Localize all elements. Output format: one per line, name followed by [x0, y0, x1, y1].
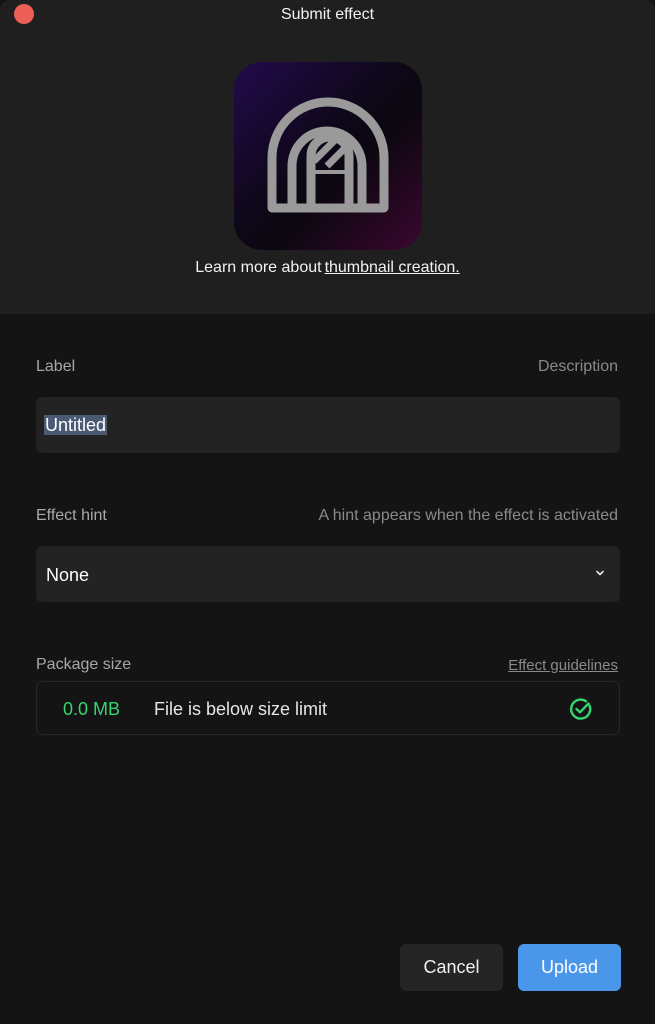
dialog-header: Submit effect Learn more about thumbnail …	[0, 0, 655, 314]
effect-hint-value: None	[46, 565, 90, 585]
learn-more-prefix: Learn more about	[195, 259, 322, 276]
arch-window-icon	[267, 97, 389, 213]
label-input-value: Untitled	[44, 415, 108, 435]
label-field-header: Label Description	[36, 358, 618, 376]
label-input[interactable]: Untitled	[36, 397, 620, 453]
package-size-header: Package size Effect guidelines	[36, 652, 618, 674]
submit-effect-dialog: Submit effect Learn more about thumbnail …	[0, 0, 655, 1024]
package-size-status: File is below size limit	[154, 699, 328, 719]
effect-hint-select[interactable]: None	[36, 546, 620, 602]
check-circle-icon	[570, 698, 592, 720]
package-size-box: 0.0 MB File is below size limit	[36, 681, 620, 735]
description-label: Description	[537, 358, 618, 375]
effect-hint-label: Effect hint	[36, 507, 107, 524]
package-size-label: Package size	[36, 656, 132, 673]
cancel-button[interactable]: Cancel	[400, 944, 503, 991]
effect-hint-description: A hint appears when the effect is activa…	[318, 507, 618, 524]
upload-button[interactable]: Upload	[518, 944, 621, 991]
effect-thumbnail[interactable]	[234, 62, 422, 250]
label-field-label: Label	[36, 358, 76, 375]
dialog-title: Submit effect	[280, 6, 375, 23]
effect-guidelines-link[interactable]: Effect guidelines	[508, 657, 618, 674]
thumbnail-creation-link[interactable]: thumbnail creation.	[325, 259, 460, 276]
package-size-value: 0.0 MB	[63, 699, 121, 719]
learn-more-text: Learn more about thumbnail creation.	[0, 259, 655, 277]
effect-hint-header: Effect hint A hint appears when the effe…	[36, 507, 618, 525]
chevron-down-icon	[596, 570, 604, 576]
